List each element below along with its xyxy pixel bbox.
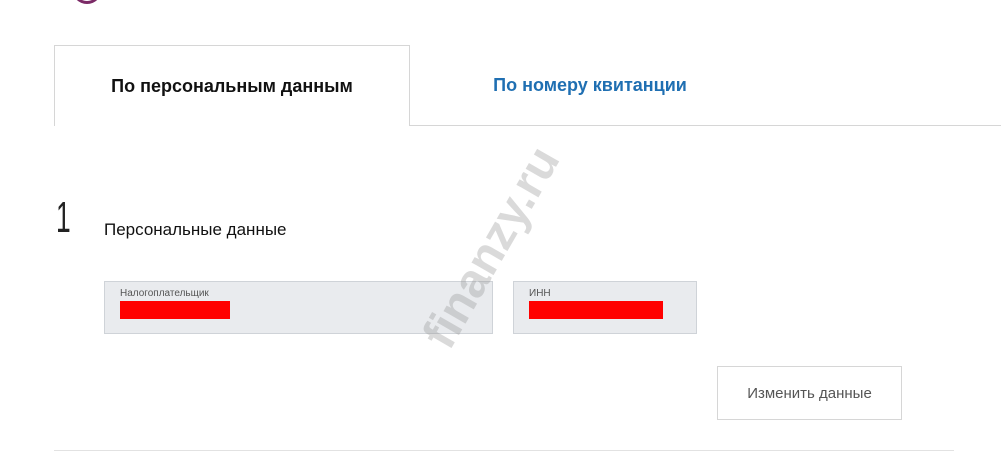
divider [54, 450, 954, 451]
taxpayer-value-redacted [120, 301, 230, 319]
taxpayer-field[interactable]: Налогоплательщик [104, 281, 493, 334]
change-data-button[interactable]: Изменить данные [717, 366, 902, 420]
taxpayer-field-label: Налогоплательщик [120, 288, 209, 299]
tab-personal-data-label: По персональным данным [111, 75, 353, 96]
change-data-button-label: Изменить данные [747, 384, 872, 402]
section-title: Персональные данные [104, 220, 287, 239]
tab-baseline [410, 125, 1001, 126]
inn-value-redacted [529, 301, 663, 319]
inn-field[interactable]: ИНН [513, 281, 697, 334]
inn-field-label: ИНН [529, 288, 551, 299]
tab-receipt-number[interactable]: По номеру квитанции [410, 45, 770, 125]
tab-personal-data[interactable]: По персональным данным [54, 45, 410, 126]
logo [72, 0, 102, 4]
tab-strip: По персональным данным По номеру квитанц… [54, 45, 1001, 126]
step-number: 1 [56, 193, 71, 242]
tab-receipt-number-label: По номеру квитанции [493, 74, 687, 95]
